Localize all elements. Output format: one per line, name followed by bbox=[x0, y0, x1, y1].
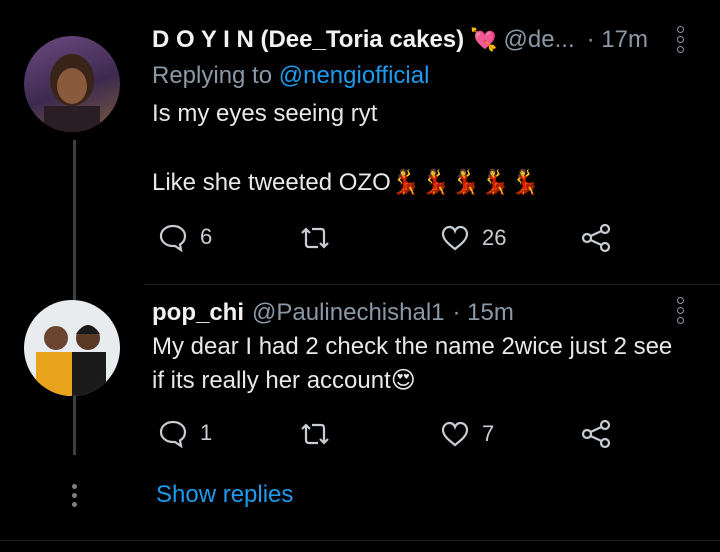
more-options-icon[interactable] bbox=[675, 26, 685, 53]
like-button[interactable]: 7 bbox=[440, 420, 494, 448]
share-button[interactable] bbox=[580, 222, 612, 254]
tweet-header: D O Y I N (Dee_Toria cakes) 💘 @de... · 1… bbox=[152, 26, 648, 54]
heart-icon bbox=[441, 225, 469, 251]
heart-icon bbox=[441, 421, 469, 447]
retweet-icon bbox=[301, 227, 329, 249]
tweet-text-line: if its really her account😍 bbox=[152, 367, 416, 394]
retweet-icon bbox=[301, 423, 329, 445]
handle[interactable]: @de... bbox=[504, 26, 575, 54]
avatar-doyin[interactable] bbox=[24, 36, 120, 132]
divider bbox=[0, 540, 720, 541]
reply-count: 1 bbox=[200, 420, 213, 445]
thread-dots bbox=[72, 484, 77, 507]
heart-arrow-emoji: 💘 bbox=[470, 27, 498, 52]
more-options-icon[interactable] bbox=[675, 297, 685, 324]
like-button[interactable]: 26 bbox=[440, 224, 506, 252]
display-name[interactable]: pop_chi bbox=[152, 299, 244, 327]
show-replies-link[interactable]: Show replies bbox=[156, 481, 293, 509]
tweet-text-line: Is my eyes seeing ryt bbox=[152, 100, 378, 127]
divider bbox=[144, 284, 720, 285]
share-button[interactable] bbox=[580, 418, 612, 450]
timestamp[interactable]: · 15m bbox=[453, 299, 514, 327]
reply-count: 6 bbox=[200, 224, 213, 249]
retweet-button[interactable] bbox=[298, 420, 332, 448]
reply-button[interactable]: 1 bbox=[158, 418, 212, 448]
tweet-text-line: Like she tweeted OZO💃💃💃💃💃 bbox=[152, 169, 541, 196]
share-icon bbox=[581, 419, 611, 449]
replying-to: Replying to @nengiofficial bbox=[152, 62, 429, 90]
timestamp[interactable]: · 17m bbox=[587, 26, 648, 54]
share-icon bbox=[581, 223, 611, 253]
display-name[interactable]: D O Y I N (Dee_Toria cakes) bbox=[152, 26, 464, 54]
thread-line bbox=[73, 140, 76, 455]
handle[interactable]: @Paulinechishal1 bbox=[252, 299, 444, 327]
like-count: 26 bbox=[482, 225, 507, 250]
avatar-doyin-image bbox=[44, 54, 100, 132]
replying-to-link[interactable]: @nengiofficial bbox=[279, 62, 430, 89]
tweet-text-line: My dear I had 2 check the name 2wice jus… bbox=[152, 333, 673, 360]
reply-icon bbox=[159, 420, 187, 448]
tweet-header: pop_chi @Paulinechishal1 · 15m bbox=[152, 299, 514, 327]
reply-button[interactable]: 6 bbox=[158, 222, 212, 252]
avatar-pop-chi[interactable] bbox=[24, 300, 120, 396]
avatar-pop-chi-image bbox=[36, 325, 106, 396]
retweet-button[interactable] bbox=[298, 224, 332, 252]
replying-to-label: Replying to bbox=[152, 62, 279, 89]
like-count: 7 bbox=[482, 421, 495, 446]
reply-icon bbox=[159, 224, 187, 252]
